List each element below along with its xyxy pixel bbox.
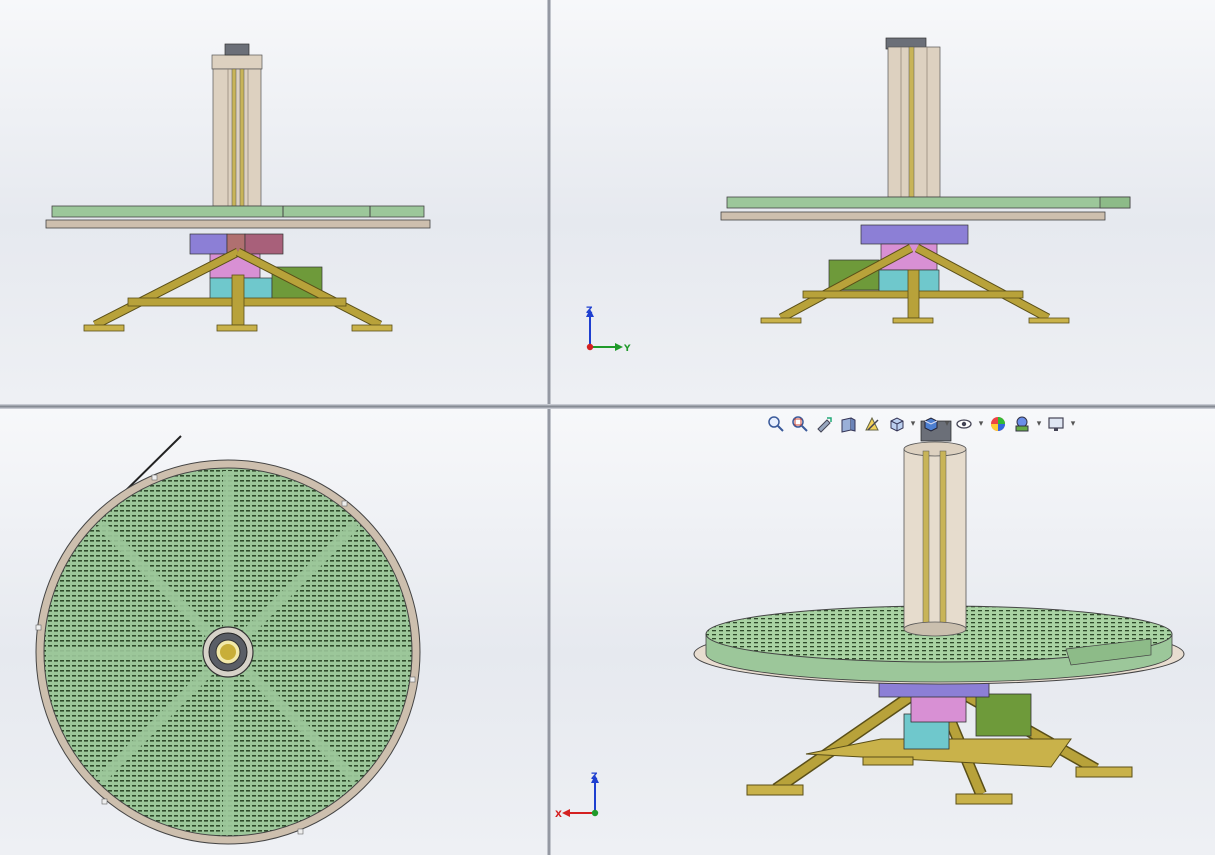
right-view-model[interactable]: [551, 0, 1215, 404]
axis-label-side: Y: [623, 344, 631, 354]
column-body: [903, 448, 967, 630]
view-orientation-dropdown[interactable]: ▾: [909, 419, 917, 429]
front-view-model[interactable]: [0, 0, 547, 404]
center-leg: [231, 274, 245, 326]
reference-triad: Z Y: [586, 306, 631, 354]
viewport-top[interactable]: [0, 409, 547, 855]
axis-label-side: X: [555, 810, 562, 820]
hide-show-dropdown[interactable]: ▾: [977, 419, 985, 429]
viewport-isometric[interactable]: Z X: [551, 409, 1215, 855]
platter-rim: [45, 219, 431, 229]
apply-scene-dropdown[interactable]: ▾: [1035, 419, 1043, 429]
foot-pad-center: [216, 324, 258, 332]
viewport-right[interactable]: Z Y: [551, 0, 1215, 404]
hub-block-right: [244, 233, 284, 255]
hub-block-left: [189, 233, 228, 255]
platter-top: [726, 196, 1131, 209]
apply-scene-icon[interactable]: [1011, 413, 1033, 435]
axis-label-up: Z: [591, 772, 598, 782]
foot-pad-left: [83, 324, 125, 332]
motor: [975, 693, 1032, 737]
edit-appearance-icon[interactable]: [987, 413, 1009, 435]
viewport-front[interactable]: [0, 0, 547, 404]
section-view-icon[interactable]: [837, 413, 859, 435]
display-style-dropdown[interactable]: ▾: [943, 419, 951, 429]
platter-top: [51, 205, 425, 218]
column-cap: [211, 54, 263, 70]
column-top-fitting: [224, 43, 250, 56]
coupling: [910, 693, 967, 723]
isometric-view-model[interactable]: [551, 409, 1215, 855]
column-body: [212, 68, 262, 207]
hub-block: [860, 224, 969, 245]
axis-label-up: Z: [586, 306, 593, 316]
view-orientation-icon[interactable]: [885, 413, 907, 435]
viewport-splitter-horizontal[interactable]: [0, 404, 1215, 409]
view-settings-dropdown[interactable]: ▾: [1069, 419, 1077, 429]
top-view-model[interactable]: [0, 409, 547, 855]
zoom-to-area-icon[interactable]: [789, 413, 811, 435]
hide-show-items-icon[interactable]: [953, 413, 975, 435]
previous-view-icon[interactable]: [813, 413, 835, 435]
heads-up-view-toolbar: ▾ ▾ ▾ ▾ ▾: [765, 413, 1077, 435]
view-settings-icon[interactable]: [1045, 413, 1067, 435]
center-leg: [907, 269, 920, 319]
viewport-splitter-vertical[interactable]: [547, 0, 551, 855]
dynamic-annotation-icon[interactable]: [861, 413, 883, 435]
display-style-icon[interactable]: [919, 413, 941, 435]
graphics-area[interactable]: Z Y Z X ▾ ▾ ▾ ▾ ▾: [0, 0, 1215, 855]
foot-pad-right: [351, 324, 393, 332]
reference-triad: Z X: [555, 772, 599, 820]
platter-rim: [720, 211, 1106, 221]
zoom-to-fit-icon[interactable]: [765, 413, 787, 435]
